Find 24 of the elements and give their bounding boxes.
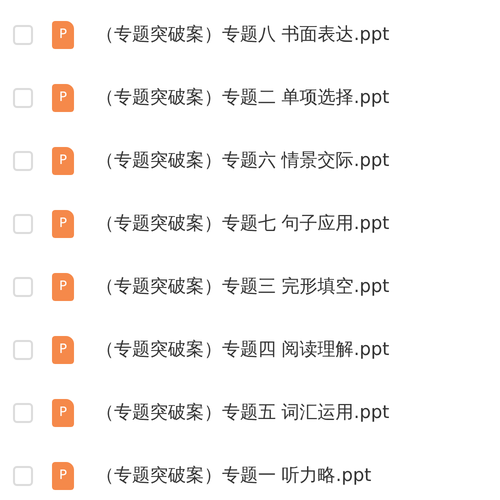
checkbox[interactable]	[13, 88, 33, 108]
checkbox[interactable]	[13, 214, 33, 234]
ppt-file-icon: P	[52, 272, 74, 300]
ppt-file-icon: P	[52, 210, 74, 238]
file-name[interactable]: （专题突破案）专题三 完形填空.ppt	[96, 273, 390, 300]
checkbox[interactable]	[13, 150, 33, 170]
checkbox[interactable]	[13, 24, 33, 44]
file-name[interactable]: （专题突破案）专题七 句子应用.ppt	[96, 210, 390, 237]
checkbox[interactable]	[13, 276, 33, 296]
ppt-file-icon: P	[52, 336, 74, 364]
checkbox[interactable]	[13, 340, 33, 360]
file-name[interactable]: （专题突破案）专题四 阅读理解.ppt	[96, 336, 390, 363]
ppt-file-icon: P	[52, 146, 74, 174]
checkbox[interactable]	[13, 402, 33, 422]
checkbox[interactable]	[13, 466, 33, 486]
ppt-file-icon: P	[52, 398, 74, 426]
ppt-file-icon: P	[52, 84, 74, 112]
ppt-file-icon: P	[52, 462, 74, 490]
file-name[interactable]: （专题突破案）专题八 书面表达.ppt	[96, 21, 390, 48]
file-name[interactable]: （专题突破案）专题五 词汇运用.ppt	[96, 399, 390, 426]
ppt-file-icon: P	[52, 20, 74, 48]
file-name[interactable]: （专题突破案）专题六 情景交际.ppt	[96, 147, 390, 174]
file-name[interactable]: （专题突破案）专题一 听力略.ppt	[96, 462, 372, 489]
file-name[interactable]: （专题突破案）专题二 单项选择.ppt	[96, 84, 390, 111]
